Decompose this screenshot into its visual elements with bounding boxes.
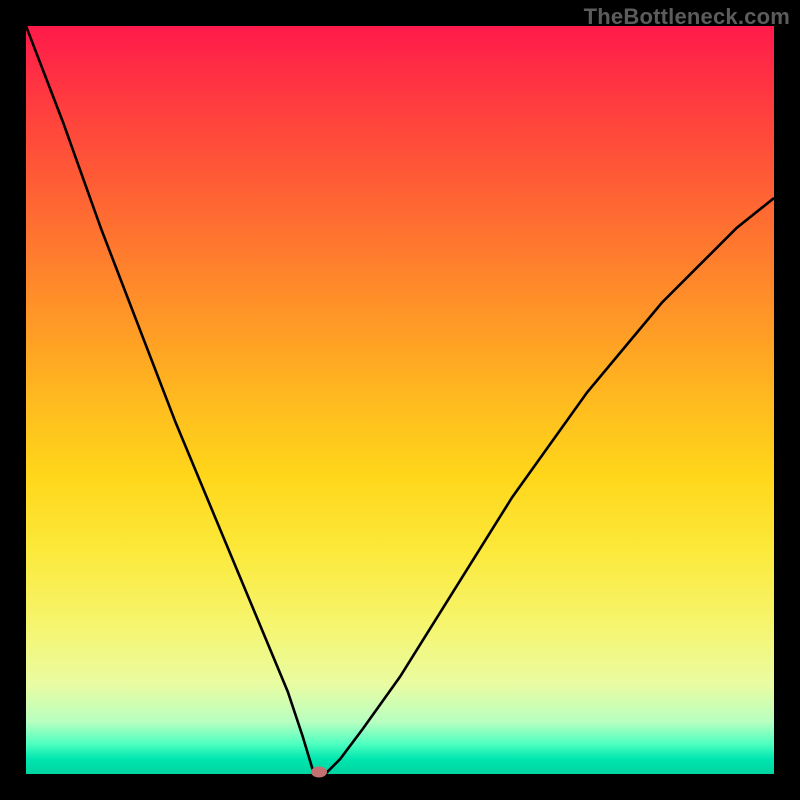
plot-area xyxy=(26,26,774,774)
chart-container: TheBottleneck.com xyxy=(0,0,800,800)
bottleneck-curve xyxy=(26,26,774,774)
optimum-marker xyxy=(311,767,327,778)
